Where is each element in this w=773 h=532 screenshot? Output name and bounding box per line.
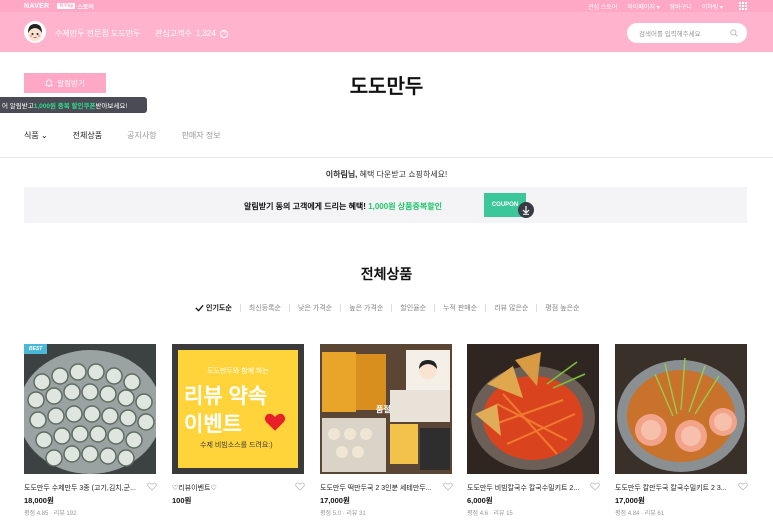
product-name[interactable]: 도도만두 비빔칼국수 칼국수밀키트 2... (467, 483, 589, 493)
store-header: 수제만두 전문점 도도만두 관심고객수 1,324 ? 검색어를 입력해주세요 (0, 12, 773, 52)
product-card[interactable]: 품절 도도만두 떡만두국 2 3인분 세테만두... 17,000원 평점 5.… (320, 344, 453, 517)
divider (0, 157, 773, 158)
thumb-line-1: 도도만두와 함께 하는 (207, 368, 269, 375)
link-user-menu[interactable]: 이하림 ▾ (702, 2, 723, 11)
store-name[interactable]: 수제만두 전문점 도도만두 (55, 28, 140, 39)
heart-icon[interactable] (295, 482, 305, 491)
search-placeholder: 검색어를 입력해주세요 (639, 31, 701, 38)
heart-icon[interactable] (443, 482, 453, 491)
heart-icon[interactable] (590, 482, 600, 491)
product-card[interactable]: BEST 도도만두 수제만두 3종 (고기,김치,군... 18,000원 평점… (24, 344, 157, 517)
greeting-user-name: 이하림님, (325, 170, 358, 179)
product-name[interactable]: 도도만두 떡만두국 2 3인분 세테만두... (320, 483, 442, 493)
store-mark-label: 스토어 (77, 4, 94, 11)
sort-divider (434, 304, 436, 312)
product-name[interactable]: 도도만두 칼만두국 칼국수밀키트 2 3... (615, 483, 737, 493)
thumb-line-3: 이벤트 (184, 413, 242, 436)
npay-mark: N Pay (57, 3, 76, 9)
sort-divider (288, 304, 290, 312)
search-icon[interactable] (730, 29, 738, 37)
sort-divider (239, 304, 241, 312)
sort-reviews[interactable]: 리뷰 많은순 (494, 303, 528, 313)
sort-divider (391, 304, 393, 312)
sort-options: 인기도순 최신등록순 낮은 가격순 높은 가격순 할인율순 누적 판매순 리뷰 … (195, 303, 580, 313)
heart-icon[interactable] (738, 482, 748, 491)
section-title: 전체상품 (360, 266, 413, 282)
nav-item-seller-info[interactable]: 판매자 정보 (182, 130, 221, 141)
product-price: 100원 (172, 496, 192, 505)
link-interest-store[interactable]: 관심 스토어 (588, 2, 617, 11)
naver-logo[interactable]: NAVER (24, 3, 49, 10)
nav-item-food[interactable]: 식품 ⌄ (24, 130, 48, 141)
product-card[interactable]: 도도만두와 함께 하는 리뷰 약속 이벤트 수제 비빔소스를 드려요:) ♡리뷰… (172, 344, 305, 505)
tooltip-text: 어 알림받고 (2, 103, 34, 110)
check-icon (195, 304, 204, 312)
greeting-text: 혜택 다운받고 쇼핑하세요! (357, 170, 448, 179)
product-image-bibim-kalguksu[interactable] (467, 344, 599, 474)
store-logo-avatar[interactable] (24, 21, 46, 43)
product-price: 18,000원 (24, 496, 54, 505)
nav-item-all-products[interactable]: 전체상품 (73, 130, 102, 141)
sort-divider (340, 304, 342, 312)
link-my-page[interactable]: 마이페이지 ▾ (627, 2, 659, 11)
page-title: 도도만두 (349, 76, 424, 98)
sort-price-high[interactable]: 높은 가격순 (349, 303, 383, 313)
coupon-text-highlight: 1,000원 상품중복할인 (368, 202, 442, 211)
coupon-banner[interactable]: 알림받기 동의 고객에게 드리는 혜택! 1,000원 상품중복할인 COUPO… (24, 187, 747, 223)
heart-icon[interactable] (147, 482, 157, 491)
coupon-text-prefix: 알림받기 동의 고객에게 드리는 혜택! (244, 202, 369, 211)
interest-label: 관심고객수 (155, 29, 192, 38)
interest-customers: 관심고객수 1,324 ? (155, 28, 228, 39)
product-rating: 평점 4.6 · 리뷰 15 (467, 511, 513, 517)
sort-rating[interactable]: 평점 높은순 (545, 303, 579, 313)
product-image-review-event[interactable]: 도도만두와 함께 하는 리뷰 약속 이벤트 수제 비빔소스를 드려요:) (172, 344, 304, 474)
notify-tooltip: 어 알림받고 1,000원 중복 할인쿠폰 받아보세요! (0, 97, 147, 113)
interest-count: 1,324 (195, 29, 216, 38)
product-image-dumplings[interactable]: BEST (24, 344, 156, 474)
sort-sales[interactable]: 누적 판매순 (443, 303, 477, 313)
search-input[interactable]: 검색어를 입력해주세요 (627, 23, 747, 43)
product-rating: 평점 4.84 · 리뷰 61 (615, 511, 665, 517)
top-utility-bar: NAVER N Pay 스토어 관심 스토어 마이페이지 ▾ 장바구니 이하림 … (0, 0, 773, 12)
product-price: 6,000원 (467, 496, 493, 505)
product-rating: 평점 4.85 · 리뷰 192 (24, 511, 77, 517)
download-icon[interactable] (518, 202, 534, 218)
sort-discount[interactable]: 할인율순 (400, 303, 426, 313)
link-cart[interactable]: 장바구니 (670, 2, 692, 11)
sold-out-label: 품절 (376, 405, 391, 414)
sort-price-low[interactable]: 낮은 가격순 (298, 303, 332, 313)
utility-links: 관심 스토어 마이페이지 ▾ 장바구니 이하림 ▾ (588, 0, 723, 12)
category-nav: 식품 ⌄ 전체상품 공지사항 판매자 정보 (24, 130, 246, 141)
sort-popular[interactable]: 인기도순 (195, 303, 232, 313)
sort-newest[interactable]: 최신등록순 (249, 303, 281, 313)
tooltip-highlight: 1,000원 중복 할인쿠폰 (33, 103, 96, 110)
product-card[interactable]: 도도만두 칼만두국 칼국수밀키트 2 3... 17,000원 평점 4.84 … (615, 344, 748, 517)
best-badge: BEST (24, 344, 48, 354)
product-image-kal-mandu-guk[interactable] (615, 344, 747, 474)
thumb-line-4: 수제 비빔소스를 드려요:) (200, 442, 273, 449)
product-price: 17,000원 (615, 496, 645, 505)
store-page: NAVER N Pay 스토어 관심 스토어 마이페이지 ▾ 장바구니 이하림 … (0, 0, 773, 532)
product-rating: 평점 5.0 · 리뷰 31 (320, 511, 366, 517)
tooltip-suffix: 받아보세요! (95, 103, 128, 110)
product-image-tteok-mandu[interactable]: 품절 (320, 344, 452, 474)
product-card[interactable]: 도도만두 비빔칼국수 칼국수밀키트 2... 6,000원 평점 4.6 · 리… (467, 344, 600, 517)
sort-popular-label: 인기도순 (206, 305, 232, 312)
sort-divider (536, 304, 538, 312)
sort-divider (485, 304, 487, 312)
nav-item-notice[interactable]: 공지사항 (127, 130, 156, 141)
naver-store-logo[interactable]: N Pay 스토어 (57, 2, 94, 11)
greeting: 이하림님, 혜택 다운받고 쇼핑하세요! (0, 169, 773, 180)
apps-grid-icon[interactable] (739, 2, 747, 10)
product-name[interactable]: ♡리뷰이벤트♡ (172, 483, 294, 493)
thumb-line-2: 리뷰 약속 (184, 385, 268, 408)
info-icon[interactable]: ? (219, 29, 228, 38)
product-name[interactable]: 도도만두 수제만두 3종 (고기,김치,군... (24, 483, 146, 493)
heart-decoration-icon (264, 413, 286, 431)
product-price: 17,000원 (320, 496, 350, 505)
coupon-text: 알림받기 동의 고객에게 드리는 혜택! 1,000원 상품중복할인 (244, 201, 442, 212)
